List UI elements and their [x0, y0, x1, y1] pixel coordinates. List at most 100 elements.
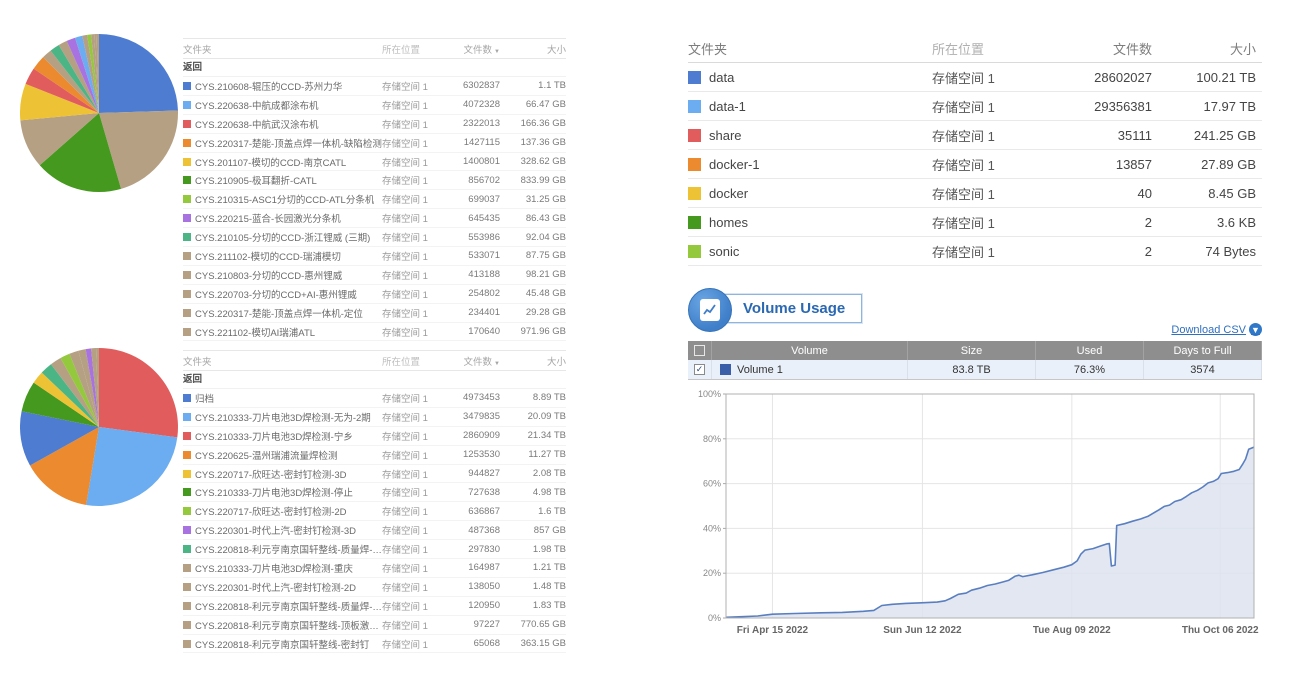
folder-color-chip — [183, 640, 191, 648]
folder-row[interactable]: CYS.220638-中航武汉涂布机 存储空间 1 2322013 166.36… — [183, 115, 566, 134]
folder-row[interactable]: CYS.220317-楚能-顶盖点焊一体机-定位 存储空间 1 234401 2… — [183, 304, 566, 323]
folder-file-count: 553986 — [444, 232, 500, 243]
folder-table-header: 文件夹 所在位置 文件数▼ 大小 — [183, 38, 566, 59]
y-tick-label: 0% — [708, 613, 721, 623]
download-arrow-icon[interactable]: ▼ — [1249, 323, 1262, 336]
folder-file-count: 13857 — [1057, 157, 1152, 172]
folder-size: 137.36 GB — [500, 137, 566, 148]
folder-name: CYS.220818-利元亨南京国轩整线-密封钉 — [195, 637, 369, 651]
folder-location: 存储空间 1 — [382, 268, 444, 282]
folder-name: docker — [709, 186, 748, 201]
folder-row[interactable]: CYS.220638-中航成都涂布机 存储空间 1 4072328 66.47 … — [183, 96, 566, 115]
header-file-count-sort[interactable]: 文件数▼ — [444, 42, 500, 56]
folder-file-count: 164987 — [444, 562, 500, 573]
folder-row[interactable]: CYS.220703-分切的CCD+AI-惠州锂威 存储空间 1 254802 … — [183, 285, 566, 304]
folder-name: CYS.220818-利元亨南京国轩整线-质量焊-2D — [195, 599, 382, 613]
folder-size: 1.1 TB — [500, 80, 566, 91]
folder-color-chip — [183, 328, 191, 336]
shared-folder-row[interactable]: docker 存储空间 1 40 8.45 GB — [688, 179, 1262, 208]
folder-row[interactable]: CYS.210608-辊压的CCD-苏州力华 存储空间 1 6302837 1.… — [183, 77, 566, 96]
shared-folder-row[interactable]: docker-1 存储空间 1 13857 27.89 GB — [688, 150, 1262, 179]
folder-row[interactable]: CYS.220818-利元亨南京国轩整线-质量焊-3D 存储空间 1 29783… — [183, 540, 566, 559]
shared-folder-row[interactable]: sonic 存储空间 1 2 74 Bytes — [688, 237, 1262, 266]
folder-name: CYS.210333-刀片电池3D焊检测-宁乡 — [195, 429, 353, 443]
folder-row[interactable]: CYS.210905-极耳翻折-CATL 存储空间 1 856702 833.9… — [183, 171, 566, 190]
folder-row[interactable]: CYS.210105-分切的CCD-浙江锂威 (三期) 存储空间 1 55398… — [183, 228, 566, 247]
folder-name: CYS.220638-中航成都涂布机 — [195, 98, 319, 112]
header-file-count-sort[interactable]: 文件数▼ — [444, 354, 500, 368]
download-csv-label[interactable]: Download CSV — [1171, 324, 1246, 336]
folder-color-chip — [688, 158, 701, 171]
folder-file-count: 4072328 — [444, 99, 500, 110]
folder-row[interactable]: CYS.210333-刀片电池3D焊检测-宁乡 存储空间 1 2860909 2… — [183, 427, 566, 446]
folder-row[interactable]: CYS.220818-利元亨南京国轩整线-顶板激光焊接-... 存储空间 1 9… — [183, 616, 566, 635]
folder-location: 存储空间 1 — [382, 618, 444, 632]
folder-size: 66.47 GB — [500, 99, 566, 110]
folder-name: data-1 — [709, 99, 746, 114]
folder-color-chip — [183, 470, 191, 478]
x-tick-label: Tue Aug 09 2022 — [1033, 625, 1111, 636]
checkbox-checked[interactable]: ✓ — [694, 364, 705, 375]
folder-row[interactable]: CYS.221102-模切AI瑞浦ATL 存储空间 1 170640 971.9… — [183, 323, 566, 342]
volume-row[interactable]: ✓ Volume 1 83.8 TB 76.3% 3574 — [688, 360, 1262, 380]
header-used: Used — [1036, 341, 1144, 360]
shared-folder-row[interactable]: data-1 存储空间 1 29356381 17.97 TB — [688, 92, 1262, 121]
folder-location: 存储空间 1 — [932, 242, 1057, 261]
folder-row[interactable]: CYS.220301-时代上汽-密封钉检测-3D 存储空间 1 487368 8… — [183, 521, 566, 540]
folder-row[interactable]: CYS.220717-欣旺达-密封钉检测-2D 存储空间 1 636867 1.… — [183, 502, 566, 521]
volume-days-to-full: 3574 — [1144, 360, 1262, 379]
select-all-checkbox[interactable] — [688, 341, 712, 360]
folder-size: 4.98 TB — [500, 487, 566, 498]
folder-location: 存储空间 1 — [382, 98, 444, 112]
back-row[interactable]: 返回 — [183, 59, 566, 77]
folder-file-count: 727638 — [444, 487, 500, 498]
folder-color-chip — [183, 82, 191, 90]
folder-file-count: 2 — [1057, 215, 1152, 230]
folder-row[interactable]: CYS.220317-楚能-顶盖点焊一体机-缺陷检测 存储空间 1 142711… — [183, 134, 566, 153]
header-folder: 文件夹 — [183, 42, 382, 56]
header-size: 大小 — [500, 42, 566, 56]
folder-row[interactable]: CYS.211102-模切的CCD-瑞浦模切 存储空间 1 533071 87.… — [183, 247, 566, 266]
usage-area — [726, 447, 1254, 618]
pie-slice — [99, 34, 178, 113]
shared-folder-row[interactable]: share 存储空间 1 35111 241.25 GB — [688, 121, 1262, 150]
folder-row[interactable]: 归档 存储空间 1 4973453 8.89 TB — [183, 389, 566, 408]
folder-row[interactable]: CYS.220818-利元亨南京国轩整线-质量焊-2D 存储空间 1 12095… — [183, 597, 566, 616]
folder-row[interactable]: CYS.210803-分切的CCD-惠州锂威 存储空间 1 413188 98.… — [183, 266, 566, 285]
shared-folder-row[interactable]: homes 存储空间 1 2 3.6 KB — [688, 208, 1262, 237]
folder-location: 存储空间 1 — [382, 230, 444, 244]
folder-row[interactable]: CYS.220301-时代上汽-密封钉检测-2D 存储空间 1 138050 1… — [183, 578, 566, 597]
folder-size: 20.09 TB — [500, 411, 566, 422]
folder-location: 存储空间 1 — [932, 184, 1057, 203]
shared-folder-row[interactable]: data 存储空间 1 28602027 100.21 TB — [688, 63, 1262, 92]
folder-name: CYS.210105-分切的CCD-浙江锂威 (三期) — [195, 230, 370, 244]
folder-row[interactable]: CYS.220717-欣旺达-密封钉检测-3D 存储空间 1 944827 2.… — [183, 465, 566, 484]
volume-checkbox[interactable]: ✓ — [688, 360, 712, 379]
folder-row[interactable]: CYS.210333-刀片电池3D焊检测-重庆 存储空间 1 164987 1.… — [183, 559, 566, 578]
folder-name: share — [709, 128, 742, 143]
folder-size: 1.83 TB — [500, 600, 566, 611]
header-location: 所在位置 — [382, 42, 444, 56]
folder-name: CYS.210315-ASC1分切的CCD-ATL分条机 — [195, 192, 374, 206]
folder-row[interactable]: CYS.210333-刀片电池3D焊检测-停止 存储空间 1 727638 4.… — [183, 483, 566, 502]
folder-location: 存储空间 1 — [382, 542, 444, 556]
back-row[interactable]: 返回 — [183, 371, 566, 389]
folder-row[interactable]: CYS.220625-温州瑞浦流量焊检测 存储空间 1 1253530 11.2… — [183, 446, 566, 465]
download-csv-link[interactable]: Download CSV ▼ — [1171, 323, 1262, 336]
folder-size: 92.04 GB — [500, 232, 566, 243]
folder-row[interactable]: CYS.210333-刀片电池3D焊检测-无为-2期 存储空间 1 347983… — [183, 408, 566, 427]
folder-name: CYS.201107-模切的CCD-南京CATL — [195, 155, 346, 169]
folder-row[interactable]: CYS.220215-蓝合-长园激光分条机 存储空间 1 645435 86.4… — [183, 209, 566, 228]
folder-color-chip — [183, 545, 191, 553]
volume-legend-swatch — [720, 364, 731, 375]
folder-row[interactable]: CYS.201107-模切的CCD-南京CATL 存储空间 1 1400801 … — [183, 153, 566, 172]
folder-location: 存储空间 1 — [932, 126, 1057, 145]
folder-location: 存储空间 1 — [382, 580, 444, 594]
folder-size: 29.28 GB — [500, 307, 566, 318]
folder-name: 归档 — [195, 391, 214, 405]
folder-row[interactable]: CYS.220818-利元亨南京国轩整线-密封钉 存储空间 1 65068 36… — [183, 635, 566, 654]
folder-color-chip — [183, 158, 191, 166]
folder-row[interactable]: CYS.210315-ASC1分切的CCD-ATL分条机 存储空间 1 6990… — [183, 190, 566, 209]
folder-location: 存储空间 1 — [932, 213, 1057, 232]
folder-file-count: 2860909 — [444, 430, 500, 441]
